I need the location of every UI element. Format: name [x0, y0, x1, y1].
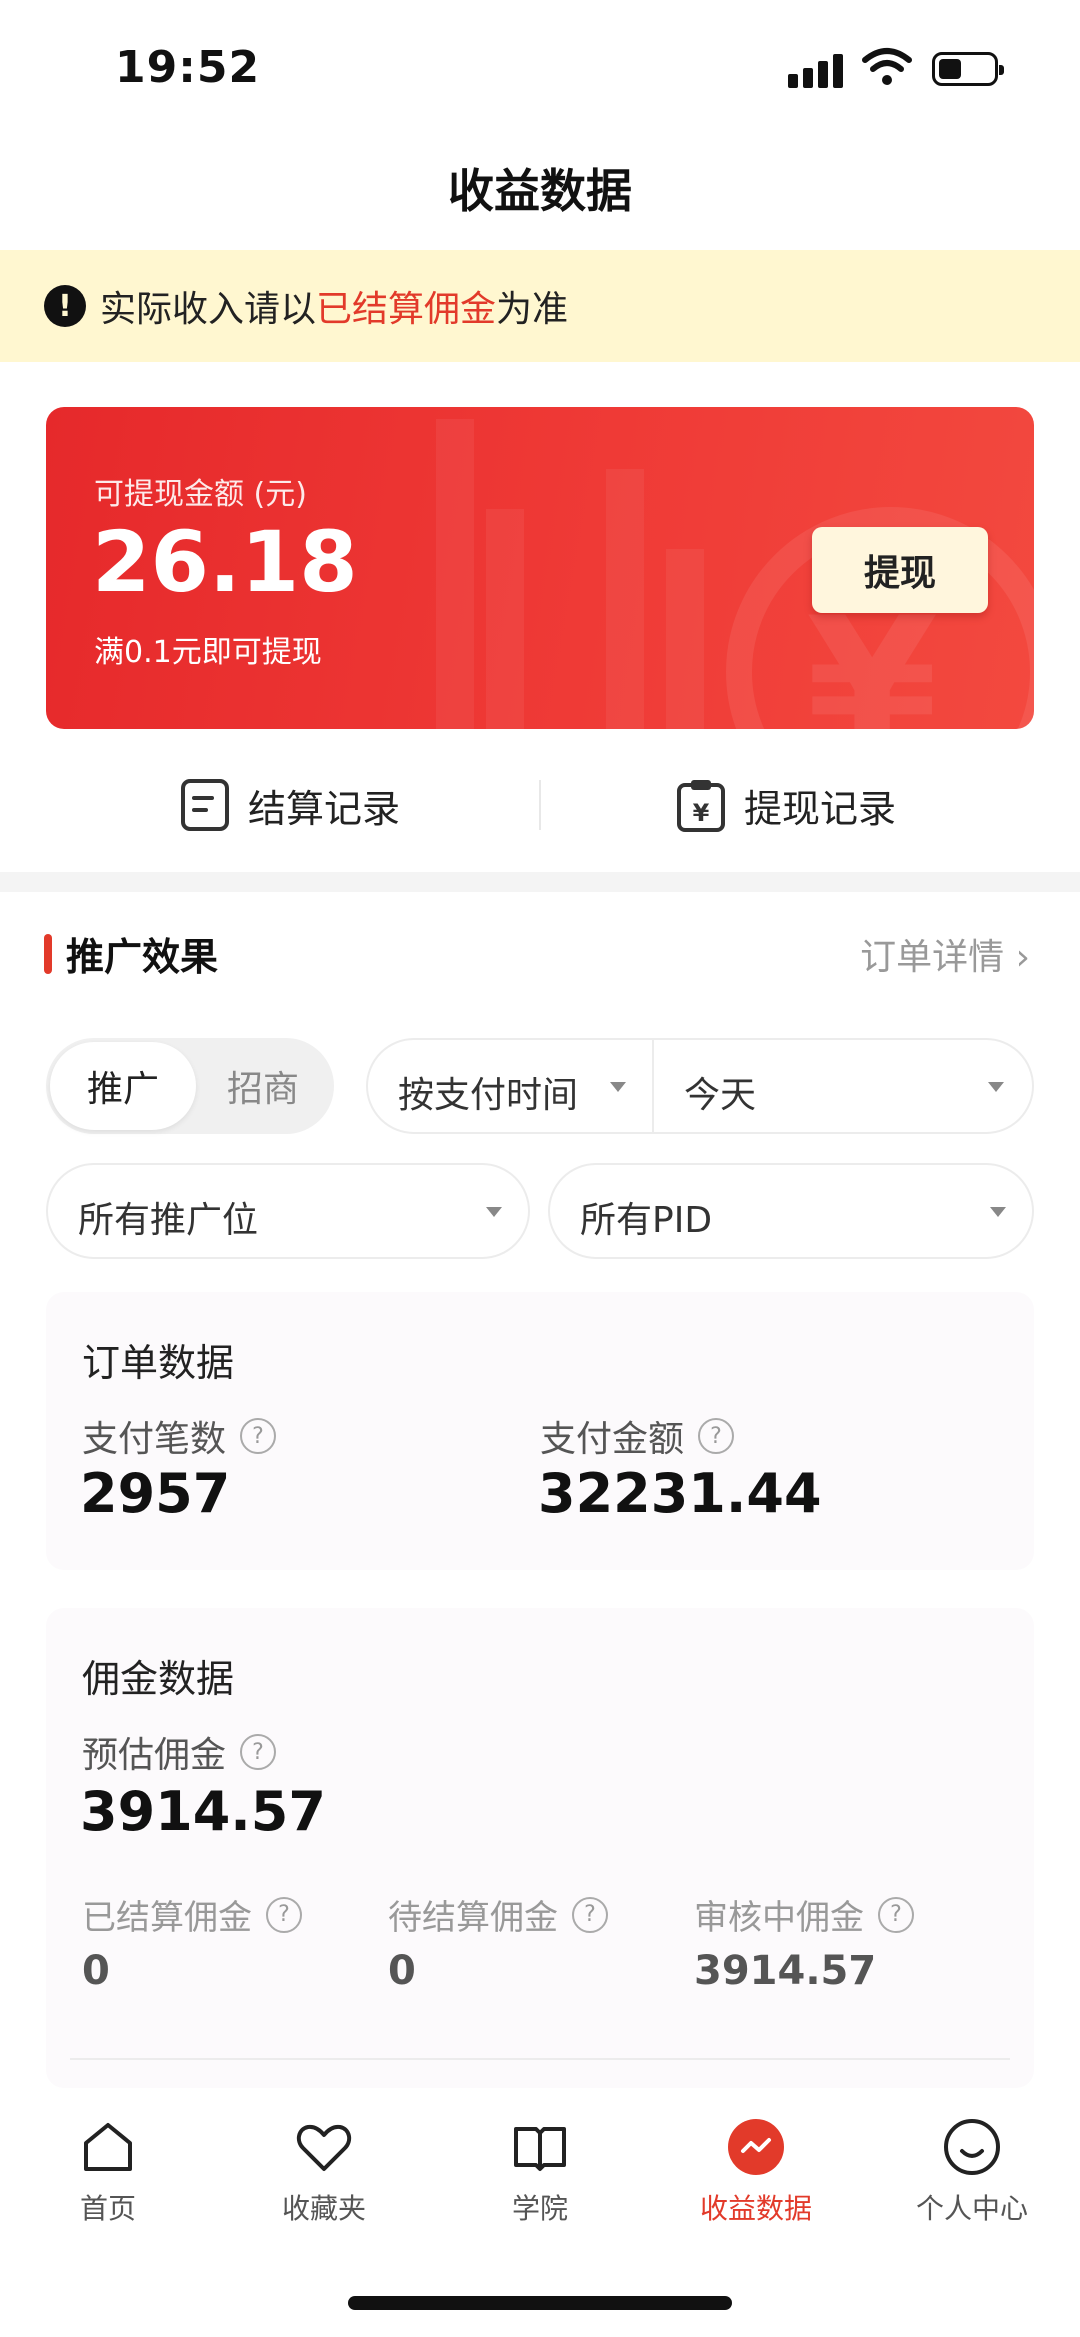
- chevron-down-icon: [988, 1082, 1004, 1092]
- profile-icon: [944, 2119, 1000, 2175]
- notice-banner: ! 实际收入请以已结算佣金为准: [0, 250, 1080, 362]
- status-bar: 19:52: [0, 0, 1080, 140]
- pending-commission-value: 0: [388, 1948, 416, 1994]
- segment-merchant[interactable]: 招商: [196, 1042, 330, 1130]
- records-row: 结算记录 ¥ 提现记录: [0, 760, 1080, 850]
- tab-home[interactable]: 首页: [0, 2117, 216, 2227]
- balance-amount: 26.18: [92, 513, 358, 611]
- chevron-down-icon: [610, 1082, 626, 1092]
- help-icon[interactable]: ?: [266, 1896, 302, 1933]
- tab-academy[interactable]: 学院: [432, 2117, 648, 2227]
- tab-profile-label: 个人中心: [915, 2192, 1028, 2225]
- settlement-records-link[interactable]: 结算记录: [180, 760, 400, 850]
- pay-amount-label: 支付金额?: [540, 1410, 735, 1462]
- review-commission-value: 3914.57: [694, 1948, 877, 1994]
- settled-commission-label: 已结算佣金?: [82, 1890, 302, 1939]
- tab-profile[interactable]: 个人中心: [864, 2117, 1080, 2227]
- signal-icon: [788, 52, 844, 88]
- time-basis-select[interactable]: 按支付时间: [398, 1066, 578, 1118]
- type-segment: 推广 招商: [46, 1038, 334, 1134]
- clipboard-yuan-icon: ¥: [677, 780, 725, 832]
- order-data-card: 订单数据 支付笔数? 2957 支付金额? 32231.44: [46, 1292, 1034, 1570]
- withdraw-records-label: 提现记录: [744, 786, 897, 831]
- estimate-commission-value: 3914.57: [80, 1780, 326, 1843]
- chevron-down-icon: [486, 1207, 502, 1217]
- order-details-link[interactable]: 订单详情 ›: [860, 928, 1030, 980]
- tab-academy-label: 学院: [511, 2192, 568, 2225]
- notice-text: 实际收入请以已结算佣金为准: [100, 289, 569, 330]
- chevron-right-icon: ›: [1004, 937, 1030, 978]
- review-commission-label: 审核中佣金?: [694, 1890, 914, 1939]
- tab-earnings-label: 收益数据: [699, 2192, 812, 2225]
- tab-favorites[interactable]: 收藏夹: [216, 2117, 432, 2227]
- slot-select-value: 所有推广位: [78, 1200, 259, 1241]
- settled-commission-value: 0: [82, 1948, 110, 1994]
- pay-count-label: 支付笔数?: [82, 1410, 277, 1462]
- chevron-down-icon: [990, 1207, 1006, 1217]
- order-data-title: 订单数据: [82, 1341, 235, 1385]
- balance-label: 可提现金额 (元): [94, 477, 307, 512]
- help-icon[interactable]: ?: [240, 1418, 277, 1454]
- pid-select[interactable]: 所有PID: [548, 1163, 1034, 1259]
- withdraw-records-link[interactable]: ¥ 提现记录: [676, 760, 896, 850]
- warning-icon: !: [44, 285, 86, 327]
- pending-commission-label: 待结算佣金?: [388, 1890, 608, 1939]
- tab-earnings[interactable]: 收益数据: [648, 2117, 864, 2227]
- book-icon: [514, 2127, 566, 2171]
- pay-count-value: 2957: [80, 1462, 231, 1525]
- records-divider: [539, 780, 541, 830]
- help-icon[interactable]: ?: [572, 1896, 608, 1933]
- content-divider: [70, 2058, 1010, 2060]
- commission-data-card: 佣金数据 预估佣金? 3914.57 已结算佣金? 0 待结算佣金? 0 审核中…: [46, 1608, 1034, 2088]
- tab-home-label: 首页: [79, 2192, 136, 2225]
- wifi-icon: [862, 48, 912, 85]
- section-gap: [0, 872, 1080, 892]
- home-indicator: [348, 2296, 732, 2310]
- slot-select[interactable]: 所有推广位: [46, 1163, 530, 1259]
- settlement-records-label: 结算记录: [248, 786, 401, 831]
- period-select[interactable]: 今天: [684, 1066, 756, 1118]
- filter-divider: [652, 1040, 654, 1132]
- time-filter: 按支付时间 今天: [366, 1038, 1034, 1134]
- help-icon[interactable]: ?: [240, 1734, 277, 1770]
- pay-amount-value: 32231.44: [538, 1462, 822, 1525]
- home-icon: [84, 2123, 132, 2171]
- balance-card: ¥ 可提现金额 (元) 26.18 满0.1元即可提现 提现: [46, 407, 1034, 729]
- status-time: 19:52: [115, 42, 261, 93]
- segment-promote[interactable]: 推广: [50, 1042, 196, 1130]
- help-icon[interactable]: ?: [878, 1896, 914, 1933]
- withdraw-button[interactable]: 提现: [812, 527, 988, 613]
- earnings-icon: [728, 2119, 784, 2175]
- tab-favorites-label: 收藏夹: [281, 2192, 366, 2225]
- battery-icon: [932, 52, 1004, 86]
- svg-text:¥: ¥: [693, 799, 710, 827]
- heart-icon: [296, 2124, 352, 2171]
- estimate-commission-label: 预估佣金?: [82, 1726, 277, 1778]
- help-icon[interactable]: ?: [698, 1418, 735, 1454]
- pid-select-value: 所有PID: [580, 1200, 713, 1241]
- document-icon: [181, 779, 229, 831]
- balance-hint: 满0.1元即可提现: [94, 635, 322, 670]
- notice-highlight: 已结算佣金: [316, 289, 497, 330]
- commission-data-title: 佣金数据: [82, 1657, 235, 1701]
- section-accent-bar: [44, 934, 52, 974]
- page-title: 收益数据: [448, 164, 632, 218]
- section-title: 推广效果: [66, 935, 219, 979]
